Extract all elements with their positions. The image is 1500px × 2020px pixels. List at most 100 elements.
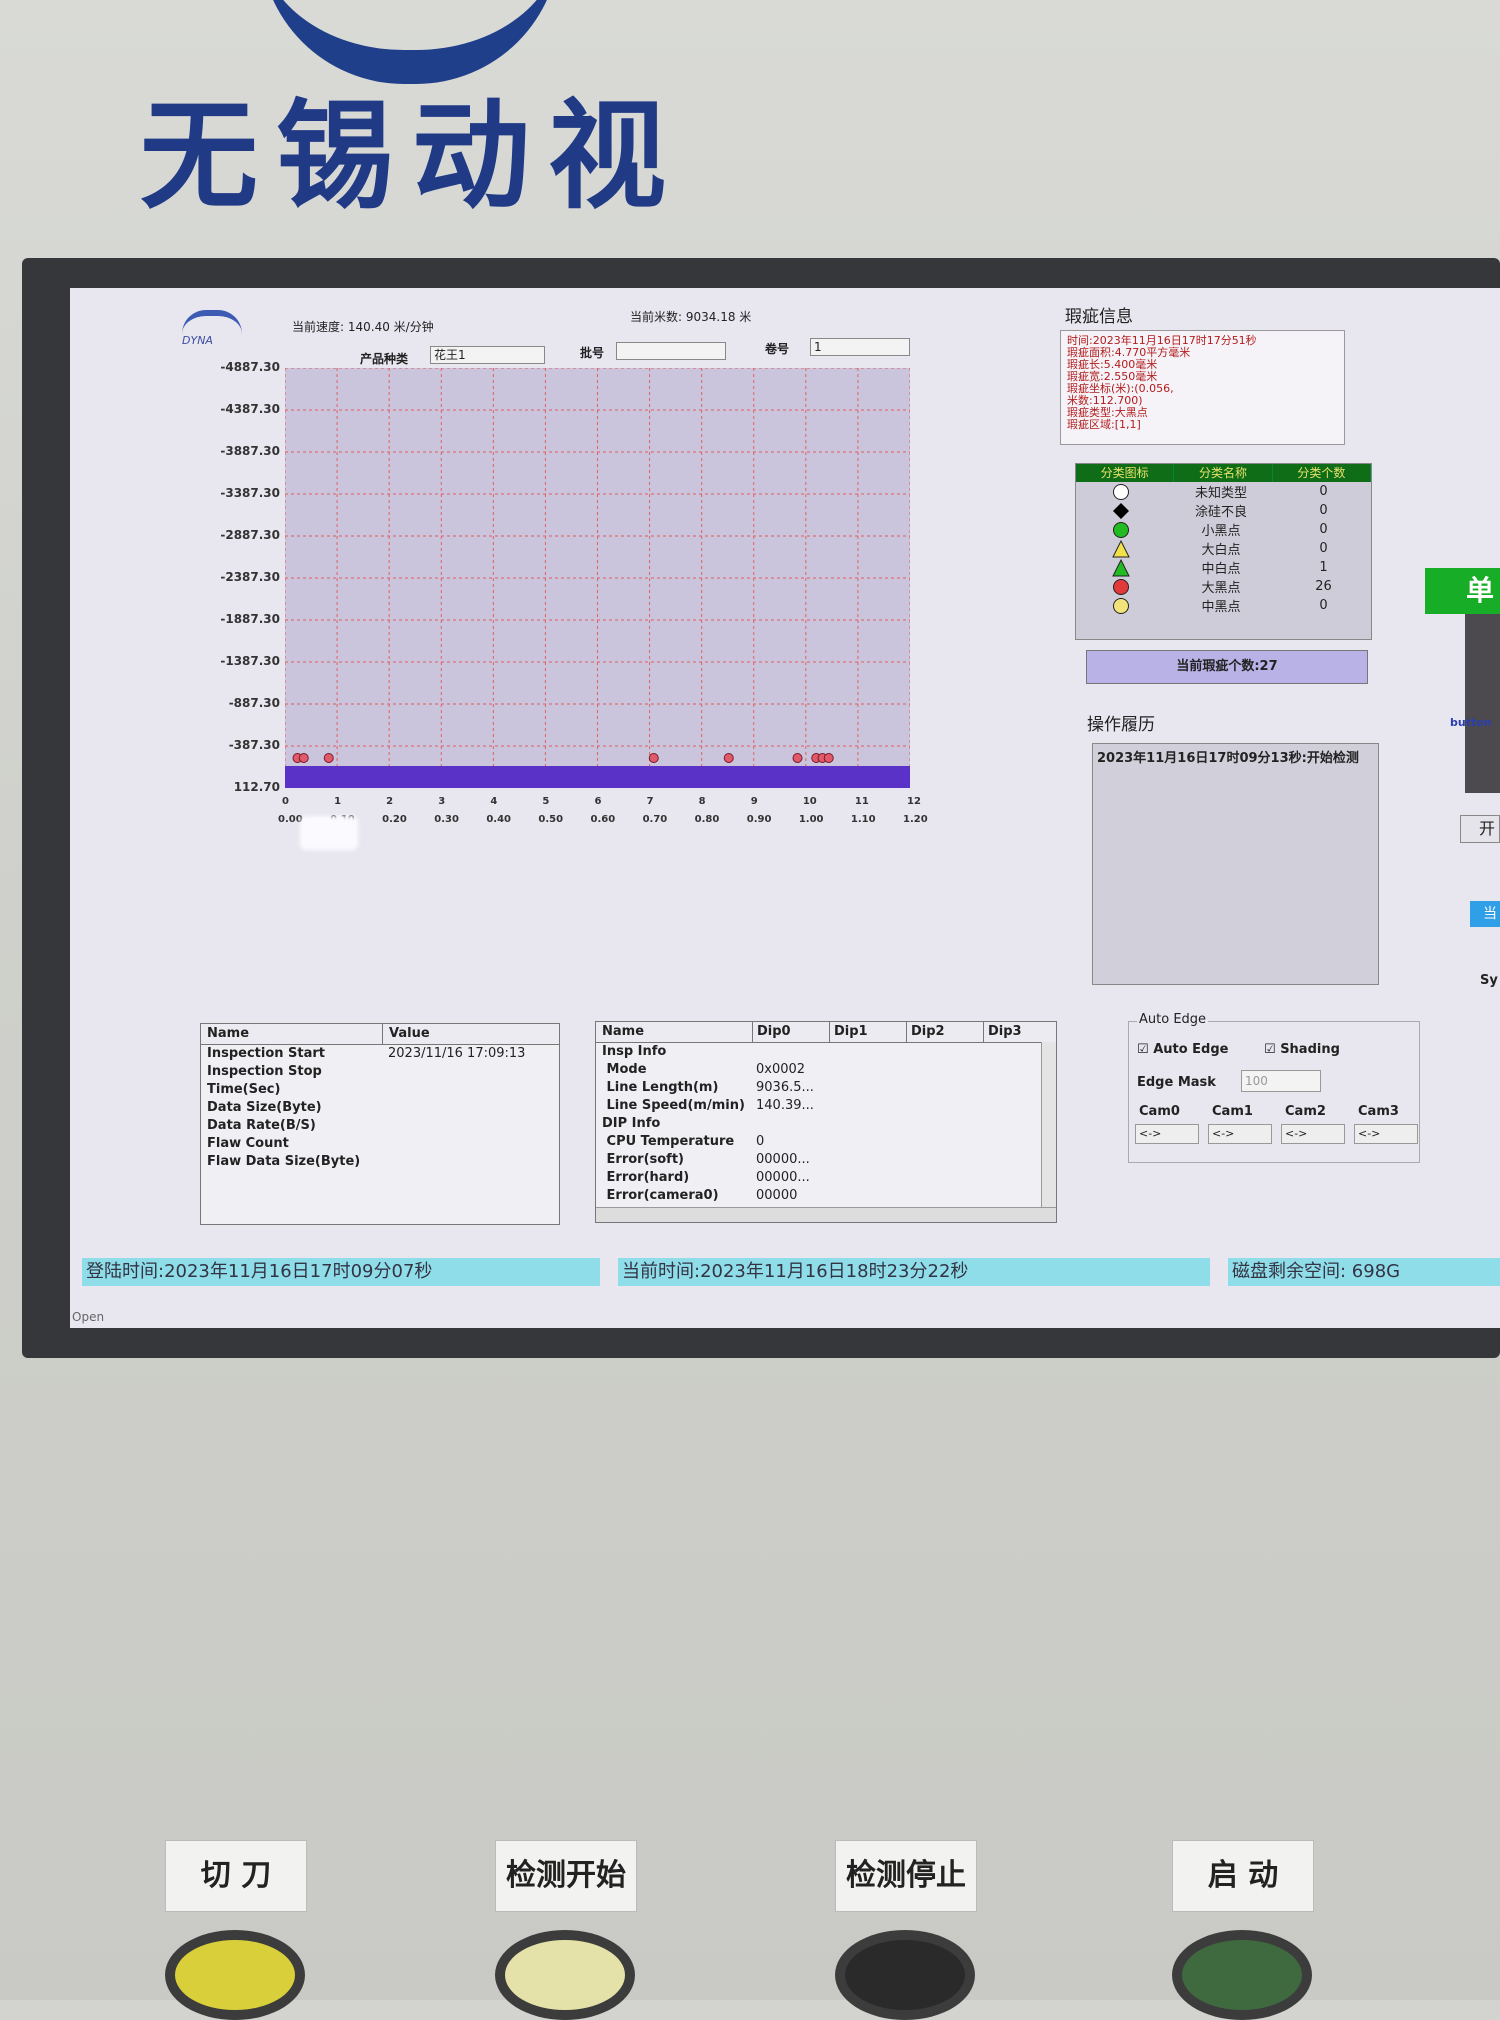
cam-select[interactable]: <-> <box>1354 1124 1418 1144</box>
x-tick-label-top: 7 <box>646 796 654 807</box>
circle-icon <box>1076 578 1166 596</box>
x-tick-label-top: 1 <box>334 796 342 807</box>
roll-label: 卷号 <box>765 342 790 356</box>
flaw-point[interactable] <box>823 753 834 763</box>
dip-header-dip1: Dip1 <box>830 1022 907 1042</box>
history-title: 操作履历 <box>1087 715 1155 735</box>
classification-row: 中黑点 0 <box>1076 596 1371 615</box>
inspection-row: Data Rate(B/S) <box>201 1117 559 1135</box>
x-tick-label-top: 9 <box>750 796 758 807</box>
startup-button[interactable] <box>1172 1930 1312 2020</box>
x-tick-label-bottom: 0.20 <box>382 814 407 825</box>
x-tick-label-bottom: 0.80 <box>694 814 720 825</box>
dip0-value: 00000... <box>756 1170 810 1185</box>
triangle-icon <box>1076 558 1166 577</box>
flaw-point[interactable] <box>792 753 803 763</box>
dip-row: Insp Info <box>596 1043 1056 1061</box>
y-tick-label: -3887.30 <box>220 444 280 458</box>
inspection-value: 2023/11/16 17:09:13 <box>388 1046 526 1061</box>
inspection-value <box>382 1081 388 1099</box>
cls-header-count: 分类个数 <box>1273 464 1371 482</box>
flaw-map-chart: -4887.30 -4387.30 -3887.30 -3387.30 -2887.30… <box>160 360 930 848</box>
roll-field[interactable]: 1 <box>810 338 910 356</box>
cutter-button[interactable] <box>165 1930 305 2020</box>
batch-label: 批号 <box>580 346 605 360</box>
dip0-value <box>752 1043 836 1061</box>
side-current-button[interactable]: 当 <box>1470 901 1500 927</box>
x-tick-label-bottom: 0.90 <box>746 814 772 825</box>
single-button[interactable]: 单 <box>1425 568 1500 614</box>
start-detection-button[interactable] <box>495 1930 635 2020</box>
classification-count: 0 <box>1319 522 1328 537</box>
classification-name: 大白点 <box>1201 543 1241 558</box>
dip-vertical-scrollbar[interactable] <box>1041 1042 1056 1207</box>
dip-horizontal-scrollbar[interactable] <box>596 1207 1056 1222</box>
inspection-name: Data Rate(B/S) <box>207 1118 316 1133</box>
classification-name: 中黑点 <box>1201 600 1241 615</box>
dip0-value: 0 <box>756 1134 765 1149</box>
dip-header-name: Name <box>596 1022 753 1042</box>
inspection-value <box>382 1063 388 1081</box>
classification-row: 大白点 0 <box>1076 539 1371 558</box>
product-field[interactable]: 花王1 <box>430 346 545 364</box>
flaw-info-box: 时间:2023年11月16日17时17分51秒 瑕疵面积:4.770平方毫米 瑕疵长… <box>1060 330 1345 445</box>
stop-detection-button[interactable] <box>835 1930 975 2020</box>
flaw-count-total: 当前瑕疵个数:27 <box>1086 650 1368 684</box>
side-start-button[interactable]: 开 <box>1460 815 1500 843</box>
y-tick-label: -3387.30 <box>220 486 280 500</box>
x-tick-label-bottom: 1.20 <box>903 814 928 825</box>
classification-count: 1 <box>1319 560 1328 575</box>
status-footer: Open <box>72 1310 105 1324</box>
dip-name: CPU Temperature <box>602 1134 735 1149</box>
classification-name: 涂硅不良 <box>1194 505 1247 520</box>
disk-space: 磁盘剩余空间: 698G <box>1228 1258 1500 1286</box>
y-tick-label: -1887.30 <box>220 612 280 626</box>
edge-mask-spinner[interactable]: 100 <box>1241 1070 1321 1092</box>
button-group-label: button <box>1450 716 1492 729</box>
flaw-point[interactable] <box>323 753 334 763</box>
dip0-value: 0x0002 <box>756 1062 806 1077</box>
x-tick-label-bottom: 1.00 <box>798 814 824 825</box>
inspection-row: Flaw Count <box>201 1135 559 1153</box>
batch-field[interactable] <box>616 342 726 360</box>
classification-name: 大黑点 <box>1201 581 1241 596</box>
flaw-info-line: 瑕疵区域:[1,1] <box>1067 418 1141 431</box>
startup-button-label: 启 动 <box>1172 1840 1314 1912</box>
inspection-value <box>382 1099 388 1117</box>
dip-header-dip2: Dip2 <box>907 1022 984 1042</box>
classification-row: 涂硅不良 0 <box>1076 501 1371 520</box>
inspection-name: Time(Sec) <box>207 1082 281 1097</box>
flaw-point[interactable] <box>298 753 309 763</box>
auto-edge-group-label: Auto Edge <box>1137 1012 1209 1027</box>
current-time: 当前时间:2023年11月16日18时23分22秒 <box>618 1258 1210 1286</box>
dip-name: DIP Info <box>602 1116 661 1131</box>
cam-select[interactable]: <-> <box>1135 1124 1199 1144</box>
auto-edge-label: Auto Edge <box>1153 1042 1229 1057</box>
dip-name: Line Length(m) <box>602 1080 719 1095</box>
history-entry[interactable]: 2023年11月16日17时09分13秒:开始检测 <box>1093 744 1378 769</box>
inspection-value <box>382 1153 388 1171</box>
dip0-value: 9036.5... <box>756 1080 814 1095</box>
cls-header-icon: 分类图标 <box>1076 464 1175 482</box>
flaw-point[interactable] <box>723 753 734 763</box>
x-tick-label-top: 0 <box>282 796 289 807</box>
cam-select[interactable]: <-> <box>1208 1124 1272 1144</box>
x-tick-label-bottom: 0.40 <box>486 814 512 825</box>
dip0-value: 00000 <box>756 1188 798 1203</box>
flaw-point[interactable] <box>648 753 659 763</box>
y-tick-label: -387.30 <box>228 738 280 752</box>
plot-svg <box>284 367 911 789</box>
circle-icon <box>1076 597 1166 615</box>
inspection-row: Data Size(Byte) <box>201 1099 559 1117</box>
cam-label: Cam1 <box>1212 1104 1253 1119</box>
y-tick-label: 112.70 <box>233 780 280 794</box>
dip-header-dip0: Dip0 <box>753 1022 830 1042</box>
y-tick-label: -1387.30 <box>220 654 280 668</box>
stop-detection-button-label: 检测停止 <box>835 1840 977 1912</box>
inspection-value <box>382 1135 388 1153</box>
plot-area[interactable] <box>284 367 911 789</box>
shading-checkbox[interactable]: ☑ Shading <box>1264 1042 1340 1057</box>
auto-edge-checkbox[interactable]: ☑ Auto Edge <box>1137 1042 1228 1057</box>
history-list[interactable]: 2023年11月16日17时09分13秒:开始检测 <box>1092 743 1379 985</box>
cam-select[interactable]: <-> <box>1281 1124 1345 1144</box>
